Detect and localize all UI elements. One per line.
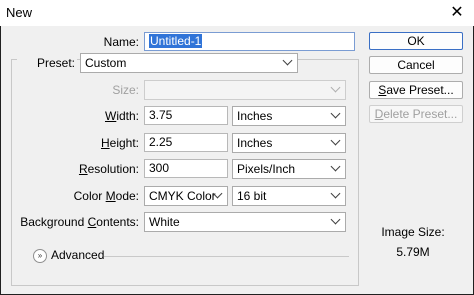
ok-button[interactable]: OK [369, 32, 463, 50]
chevron-down-icon [330, 82, 341, 93]
name-label: Name: [103, 35, 139, 49]
width-label: Width: [104, 109, 139, 123]
name-input-value: Untitled-1 [149, 34, 203, 48]
height-unit-value: Inches [237, 136, 273, 150]
width-input-value: 3.75 [149, 108, 173, 122]
size-select[interactable] [144, 80, 346, 100]
window-titlebar: New ✕ [0, 0, 474, 26]
resolution-unit-select[interactable]: Pixels/Inch [232, 159, 346, 179]
resolution-input[interactable]: 300 [144, 159, 228, 178]
bit-depth-value: 16 bit [237, 189, 267, 203]
delete-preset-button[interactable]: Delete Preset... [369, 105, 463, 123]
width-unit-select[interactable]: Inches [232, 106, 346, 126]
save-preset-button[interactable]: Save Preset... [369, 81, 463, 99]
preset-select-value: Custom [85, 56, 127, 70]
dialog-body: Name: Untitled-1 Preset: Custom Size: Wi… [1, 26, 473, 294]
image-size-value: 5.79M [396, 245, 430, 259]
bit-depth-select[interactable]: 16 bit [232, 186, 346, 206]
name-input[interactable]: Untitled-1 [144, 32, 355, 51]
window-title: New [6, 5, 33, 20]
color-mode-value: CMYK Color [149, 189, 216, 203]
background-contents-select[interactable]: White [144, 212, 346, 232]
height-input[interactable]: 2.25 [144, 133, 228, 152]
chevron-down-icon [330, 161, 341, 172]
height-unit-select[interactable]: Inches [232, 133, 346, 153]
chevron-down-icon [330, 135, 341, 146]
chevron-down-icon [330, 188, 341, 199]
chevron-down-icon [330, 214, 341, 225]
chevron-down-icon [330, 108, 341, 119]
advanced-label[interactable]: Advanced [51, 248, 104, 262]
height-label: Height: [100, 136, 139, 150]
resolution-unit-value: Pixels/Inch [237, 162, 296, 176]
resolution-input-value: 300 [149, 161, 170, 175]
size-label: Size: [112, 83, 139, 97]
resolution-label: Resolution: [78, 162, 139, 176]
color-mode-label: Color Mode: [73, 189, 139, 203]
preset-label: Preset: [17, 56, 77, 70]
width-input[interactable]: 3.75 [144, 106, 228, 125]
color-mode-select[interactable]: CMYK Color [144, 186, 228, 206]
preset-select[interactable]: Custom [80, 53, 298, 73]
background-contents-value: White [149, 215, 180, 229]
advanced-divider [104, 256, 349, 257]
height-input-value: 2.25 [149, 135, 173, 149]
background-contents-label: Background Contents: [20, 215, 139, 229]
expand-chevrons-icon[interactable]: » [33, 249, 47, 263]
close-icon[interactable]: ✕ [446, 2, 468, 24]
image-size-label: Image Size: [381, 225, 445, 239]
cancel-button[interactable]: Cancel [369, 56, 463, 74]
chevron-down-icon [282, 55, 293, 66]
width-unit-value: Inches [237, 109, 273, 123]
